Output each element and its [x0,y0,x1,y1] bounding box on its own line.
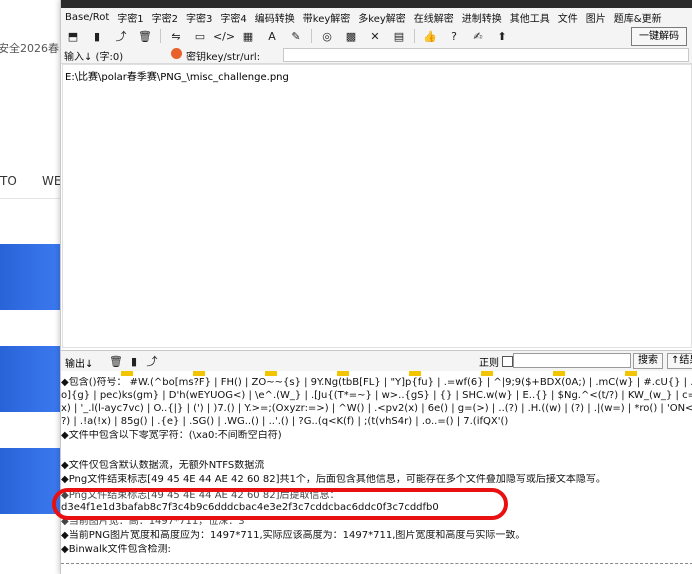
output-line: ◆文件中包含以下零宽字符：(\xa0:不间断空白符) [61,430,282,441]
banner-image [0,448,62,514]
menu-item-radix[interactable]: 进制转换 [458,10,506,25]
upload-icon[interactable]: ⬆ [492,28,512,44]
window-icon[interactable]: ▭ [190,28,210,44]
banner-image [0,346,62,412]
divider [311,29,312,43]
like-icon[interactable]: 👍 [420,28,440,44]
search-input[interactable] [513,353,631,368]
background-tab[interactable]: WE [42,174,61,188]
menu-item-cipher1[interactable]: 字密1 [113,10,147,25]
extracted-hex-line: d3e4f1e1d3bafab8c7f3c4b9c6dddcbac4e3e2f3… [61,502,439,513]
font-icon[interactable]: A [262,28,282,44]
calculator-icon[interactable]: ▤ [389,28,409,44]
trash-icon[interactable]: 🗑 [108,353,124,369]
menu-item-key-decrypt[interactable]: 带key解密 [299,10,355,25]
toolbar: ⬒ ▮ ⤴ 🗑 ⇋ ▭ </> ▦ A ✎ ◎ ▩ ✕ ▤ 👍 ? ✍ ⬆ 一键… [61,26,692,46]
grid-icon[interactable]: ▦ [238,28,258,44]
menu-item-file[interactable]: 文件 [554,10,582,25]
regex-checkbox[interactable]: 正则 [479,354,513,369]
copy-icon[interactable]: ▮ [126,353,142,369]
output-line: o]{g} | pec)ks(gm} | D'h(wEYUOG<) | \e^.… [61,390,692,401]
divider [0,198,62,199]
key-input[interactable] [283,48,689,62]
menu-item-encoding[interactable]: 编码转换 [251,10,299,25]
divider [61,563,692,564]
share-icon[interactable]: ⤴ [144,353,160,369]
title-bar [61,0,692,8]
banner-image [0,244,62,310]
background-tab[interactable]: TO [0,174,17,188]
copy-icon[interactable]: ▮ [87,28,107,44]
background-browser-page: 安全2026春 TO WE [0,0,62,574]
output-label: 输出↓ [65,359,94,370]
trash-icon[interactable]: 🗑 [135,28,155,44]
input-header: 输入↓ (字:0) 密钥key/str/url: [61,46,692,64]
menu-bar: Base/Rot 字密1 字密2 字密3 字密4 编码转换 带key解密 多ke… [61,8,692,26]
output-line: ◆当前图片宽：高：1497*711，位深：3 [61,516,245,527]
highlight-strip [61,371,692,376]
menu-item-other-tools[interactable]: 其他工具 [506,10,554,25]
menu-item-cipher4[interactable]: 字密4 [216,10,250,25]
one-click-decode-button[interactable]: 一键解码 [631,27,687,46]
replace-icon[interactable]: ⇋ [166,28,186,44]
output-line: ◆Png文件结束标志[49 45 4E 44 AE 42 60 82]后提取信息… [61,490,340,501]
help-icon[interactable]: ? [444,28,464,44]
divider [414,29,415,43]
tools-icon[interactable]: ✕ [365,28,385,44]
menu-item-cipher3[interactable]: 字密3 [182,10,216,25]
output-icons: 🗑 ▮ ⤴ [107,353,161,369]
key-icon [171,48,182,59]
input-text: E:\比赛\polar春季赛\PNG_\misc_challenge.png [65,72,289,83]
share-icon[interactable]: ⤴ [111,28,131,44]
tool-window: Base/Rot 字密1 字密2 字密3 字密4 编码转换 带key解密 多ke… [60,0,692,574]
input-textarea[interactable]: E:\比赛\polar春季赛\PNG_\misc_challenge.png [62,64,692,348]
import-icon[interactable]: ⬒ [63,28,83,44]
output-textarea[interactable]: ◆包含()符号： #W.(^bo[ms?F} | FH() | ZO~~{s} … [61,371,692,574]
edit-icon[interactable]: ✎ [286,28,306,44]
menu-item-online[interactable]: 在线解密 [410,10,458,25]
output-header: 输出↓ 🗑 ▮ ⤴ 正则 搜索 ↑结果 [61,350,692,371]
output-line: ?) | .!a(!x) | 85g() | .{e} | .SG() | .W… [61,416,509,427]
checkbox-icon[interactable] [502,356,513,367]
globe-icon[interactable]: ◎ [317,28,337,44]
search-button[interactable]: 搜索 [633,353,663,369]
output-line: ◆当前PNG图片宽度和高度应为：1497*711,实际应该高度为：1497*71… [61,530,526,541]
result-button[interactable]: ↑结果 [667,353,692,369]
regex-label: 正则 [479,358,499,369]
divider [160,29,161,43]
menu-item-cipher2[interactable]: 字密2 [148,10,182,25]
menu-item-update[interactable]: 题库&更新 [610,10,666,25]
edit-note-icon[interactable]: ✍ [468,28,488,44]
key-label: 密钥key/str/url: [186,52,261,63]
menu-item-multi-key[interactable]: 多key解密 [354,10,410,25]
code-icon[interactable]: </> [213,28,235,44]
input-label: 输入↓ (字:0) [64,52,124,63]
output-line: ◆Png文件结束标志[49 45 4E 44 AE 42 60 82]共1个，后… [61,474,606,485]
background-page-title: 安全2026春 [0,42,59,55]
qrcode-icon[interactable]: ▩ [341,28,361,44]
output-line: ◆包含()符号： #W.(^bo[ms?F} | FH() | ZO~~{s} … [61,377,692,388]
output-line: x) | '_.l(l-ayc7vc) | O..{|} | (') | )7.… [61,403,692,414]
menu-item-image[interactable]: 图片 [582,10,610,25]
output-line: ◆Binwalk文件包含检测: [61,544,171,555]
menu-item-base-rot[interactable]: Base/Rot [61,12,113,23]
output-line: ◆文件仅包含默认数据流，无额外NTFS数据流 [61,460,265,471]
